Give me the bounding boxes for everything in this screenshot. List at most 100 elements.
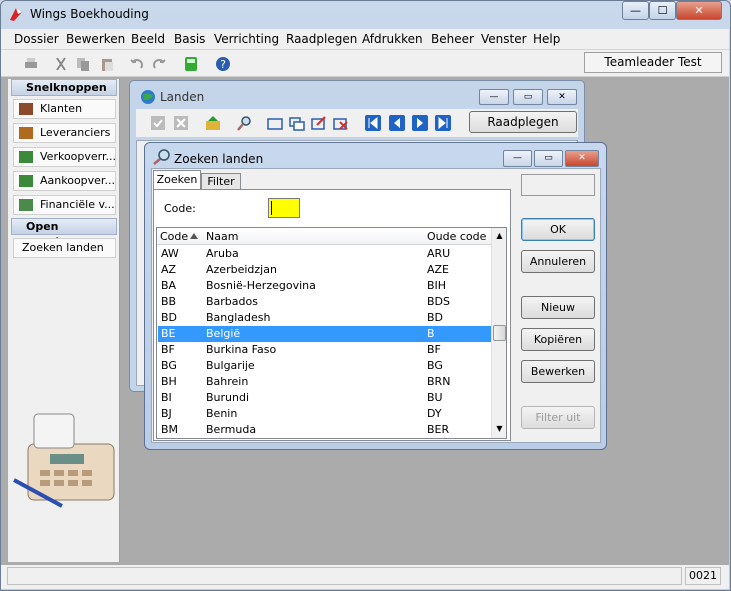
column-header-oude-code[interactable]: Oude code — [427, 230, 486, 243]
cell-naam: Burkina Faso — [206, 343, 277, 356]
menu-verrichting[interactable]: Verrichting — [214, 32, 279, 46]
table-row[interactable]: BG Bulgarije BG — [158, 358, 491, 374]
edit-record-icon[interactable] — [309, 113, 329, 133]
prev-record-icon[interactable] — [387, 113, 407, 133]
results-grid: Code Naam Oude code AW Aruba ARU AZ Azerbeid… — [156, 227, 507, 439]
paste-icon[interactable] — [97, 54, 117, 74]
sidebar-item-financieel[interactable]: Financiële v... — [13, 195, 116, 215]
folder-icon[interactable] — [265, 113, 285, 133]
scroll-down-arrow-icon[interactable]: ▼ — [493, 422, 506, 436]
open-vensters-header[interactable]: Open vensters — [11, 218, 117, 248]
menu-beeld[interactable]: Beeld — [131, 32, 165, 46]
sidebar-item-label: Financiële v... — [40, 198, 115, 211]
print-icon[interactable] — [21, 54, 41, 74]
menu-basis[interactable]: Basis — [174, 32, 205, 46]
vertical-scrollbar[interactable]: ▲ ▼ — [491, 228, 506, 438]
menu-bewerken[interactable]: Bewerken — [66, 32, 125, 46]
cell-oude-code: BD — [427, 311, 444, 324]
cell-code: BJ — [161, 407, 172, 420]
undo-icon[interactable] — [127, 54, 147, 74]
table-row[interactable]: BM Bermuda BER — [158, 422, 491, 438]
bewerken-button[interactable]: Bewerken — [521, 360, 595, 383]
tab-zoeken[interactable]: Zoeken — [153, 170, 201, 190]
landen-close-button[interactable]: ✕ — [547, 89, 577, 105]
sales-icon — [19, 151, 33, 163]
table-row[interactable]: BJ Benin DY — [158, 406, 491, 422]
search-icon — [153, 149, 170, 165]
menu-dossier[interactable]: Dossier — [14, 32, 59, 46]
sidebar-item-verkoop[interactable]: Verkoopverr... — [13, 147, 116, 167]
cell-code: AZ — [161, 263, 177, 276]
cell-code: BM — [161, 423, 179, 436]
table-row[interactable]: BH Bahrein BRN — [158, 374, 491, 390]
scroll-up-arrow-icon[interactable]: ▲ — [493, 229, 506, 243]
cell-naam: Barbados — [206, 295, 258, 308]
table-row[interactable]: BF Burkina Faso BF — [158, 342, 491, 358]
sidebar-item-label: Leveranciers — [40, 126, 111, 139]
copy-icon[interactable] — [73, 54, 93, 74]
status-record-count: 0021 — [685, 567, 721, 585]
table-row[interactable]: AW Aruba ARU — [158, 246, 491, 262]
scroll-thumb[interactable] — [493, 325, 506, 341]
cell-code: BA — [161, 279, 177, 292]
export-icon[interactable] — [203, 113, 223, 133]
cell-naam: België — [206, 327, 241, 340]
last-record-icon[interactable] — [433, 113, 453, 133]
calculator-icon[interactable] — [181, 54, 201, 74]
table-row[interactable]: AZ Azerbeidzjan AZE — [158, 262, 491, 278]
table-row[interactable]: BI Burundi BU — [158, 390, 491, 406]
cell-oude-code: BIH — [427, 279, 447, 292]
dialog-minimize-button[interactable]: — — [503, 150, 532, 167]
cut-icon[interactable] — [51, 54, 71, 74]
sidebar-item-leveranciers[interactable]: Leveranciers — [13, 123, 116, 143]
tab-filter[interactable]: Filter — [201, 173, 241, 190]
menu-raadplegen[interactable]: Raadplegen — [286, 32, 357, 46]
table-row[interactable]: BD Bangladesh BD — [158, 310, 491, 326]
dialog-maximize-button[interactable]: ▭ — [534, 150, 563, 167]
nieuw-button[interactable]: Nieuw — [521, 296, 595, 319]
raadplegen-button[interactable]: Raadplegen — [469, 111, 577, 133]
table-row[interactable]: BB Barbados BDS — [158, 294, 491, 310]
table-row[interactable]: BE België B — [158, 326, 491, 342]
delete-record-icon[interactable] — [331, 113, 351, 133]
sidebar-item-label: Klanten — [40, 102, 83, 115]
folders-icon[interactable] — [287, 113, 307, 133]
check-icon[interactable] — [148, 113, 168, 133]
menu-afdrukken[interactable]: Afdrukken — [362, 32, 423, 46]
cell-code: AW — [161, 247, 179, 260]
cancel-x-icon[interactable] — [171, 113, 191, 133]
status-bar: 0021 — [1, 565, 729, 589]
cell-naam: Aruba — [206, 247, 239, 260]
annuleren-button[interactable]: Annuleren — [521, 250, 595, 273]
menu-venster[interactable]: Venster — [481, 32, 527, 46]
minimize-button[interactable]: — — [622, 1, 649, 20]
open-window-zoeken-landen[interactable]: Zoeken landen — [13, 238, 116, 258]
dialog-title: Zoeken landen — [174, 152, 264, 166]
cell-naam: Azerbeidzjan — [206, 263, 277, 276]
sidebar-item-aankoop[interactable]: Aankoopver... — [13, 171, 116, 191]
search-icon[interactable] — [235, 113, 255, 133]
landen-minimize-button[interactable]: — — [479, 89, 509, 105]
snelknoppen-header[interactable]: Snelknoppen — [11, 79, 117, 96]
menu-help[interactable]: Help — [533, 32, 560, 46]
first-record-icon[interactable] — [363, 113, 383, 133]
cell-oude-code: BF — [427, 343, 441, 356]
kopieren-button[interactable]: Kopiëren — [521, 328, 595, 351]
dialog-close-button[interactable]: ✕ — [565, 150, 599, 167]
cell-code: BG — [161, 359, 177, 372]
sidebar-item-klanten[interactable]: Klanten — [13, 99, 116, 119]
left-panel: Snelknoppen Klanten Leveranciers Verkoop… — [8, 79, 120, 562]
help-icon[interactable]: ? — [213, 54, 233, 74]
next-record-icon[interactable] — [410, 113, 430, 133]
column-header-naam[interactable]: Naam — [206, 230, 238, 243]
filter-uit-button[interactable]: Filter uit — [521, 406, 595, 429]
close-button[interactable]: ✕ — [676, 1, 722, 20]
code-input[interactable] — [268, 198, 300, 218]
maximize-button[interactable]: ☐ — [649, 1, 676, 20]
table-row[interactable]: BA Bosnië-Herzegovina BIH — [158, 278, 491, 294]
ok-button[interactable]: OK — [521, 218, 595, 241]
menu-beheer[interactable]: Beheer — [431, 32, 474, 46]
redo-icon[interactable] — [149, 54, 169, 74]
landen-maximize-button[interactable]: ▭ — [513, 89, 543, 105]
column-header-code[interactable]: Code — [160, 230, 188, 243]
